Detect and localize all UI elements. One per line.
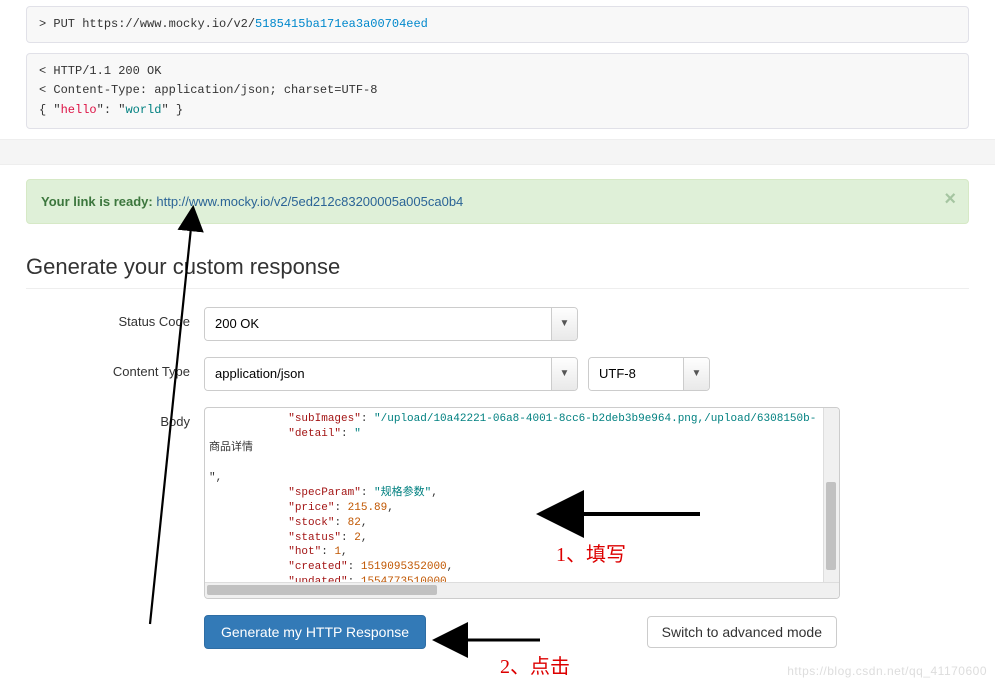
body-row: Body "subImages": "/upload/10a42221-06a8… (26, 407, 969, 599)
form-actions: Generate my HTTP Response Switch to adva… (204, 615, 969, 649)
content-type-select[interactable]: application/json ▼ (204, 357, 578, 391)
resp-json-key: hello (61, 103, 97, 117)
req-method: PUT (53, 17, 75, 31)
horizontal-scrollbar[interactable] (205, 582, 839, 598)
scrollbar-thumb[interactable] (826, 482, 836, 570)
alert-link[interactable]: http://www.mocky.io/v2/5ed212c83200005a0… (156, 194, 463, 209)
req-url-prefix: https://www.mocky.io/v2/ (82, 17, 255, 31)
alert-prefix: Your link is ready: (41, 194, 153, 209)
chevron-down-icon: ▼ (683, 358, 709, 390)
content-type-row: Content Type application/json ▼ UTF-8 ▼ (26, 357, 969, 391)
body-content[interactable]: "subImages": "/upload/10a42221-06a8-4001… (205, 408, 839, 584)
generate-button[interactable]: Generate my HTTP Response (204, 615, 426, 649)
advanced-mode-button[interactable]: Switch to advanced mode (647, 616, 837, 648)
resp-status: HTTP/1.1 200 OK (53, 64, 161, 78)
charset-select[interactable]: UTF-8 ▼ (588, 357, 710, 391)
close-icon[interactable]: × (944, 188, 956, 211)
resp-json-val: world (125, 103, 161, 117)
status-code-row: Status Code 200 OK ▼ (26, 307, 969, 341)
req-url-id: 5185415ba171ea3a00704eed (255, 17, 428, 31)
chevron-down-icon: ▼ (551, 308, 577, 340)
vertical-scrollbar[interactable] (823, 408, 839, 582)
status-code-label: Status Code (26, 307, 204, 329)
request-example-code: > PUT https://www.mocky.io/v2/5185415ba1… (26, 6, 969, 43)
page-title: Generate your custom response (26, 254, 969, 280)
body-label: Body (26, 407, 204, 429)
custom-response-form: Status Code 200 OK ▼ Content Type applic… (26, 307, 969, 649)
annotation-label-2: 2、点击 (500, 650, 570, 679)
status-code-select[interactable]: 200 OK ▼ (204, 307, 578, 341)
resp-ct: Content-Type: application/json; charset=… (53, 83, 377, 97)
content-type-input[interactable]: application/json (205, 358, 551, 390)
charset-input[interactable]: UTF-8 (589, 358, 683, 390)
response-example-code: < HTTP/1.1 200 OK < Content-Type: applic… (26, 53, 969, 129)
horizontal-rule (26, 288, 969, 289)
content-type-label: Content Type (26, 357, 204, 379)
status-code-input[interactable]: 200 OK (205, 308, 551, 340)
watermark: https://blog.csdn.net/qq_41170600 (787, 664, 987, 678)
scrollbar-thumb[interactable] (207, 585, 437, 595)
link-ready-alert: Your link is ready: http://www.mocky.io/… (26, 179, 969, 224)
chevron-down-icon: ▼ (551, 358, 577, 390)
divider (0, 139, 995, 165)
body-textarea[interactable]: "subImages": "/upload/10a42221-06a8-4001… (204, 407, 840, 599)
